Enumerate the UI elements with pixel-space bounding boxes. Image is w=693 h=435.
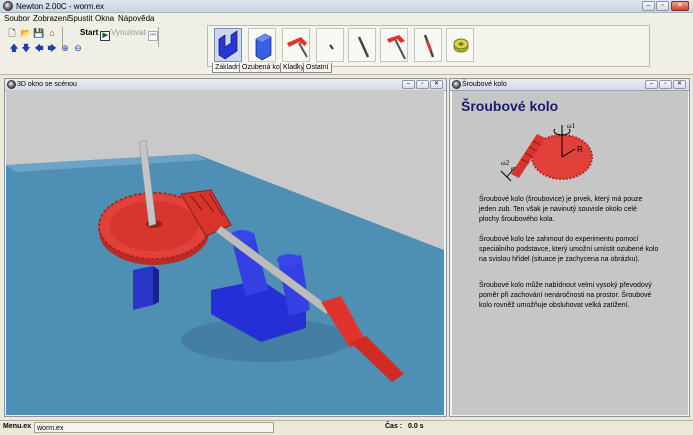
maximize-icon[interactable]: ▫	[659, 80, 672, 89]
home-icon[interactable]: ⌂	[46, 27, 58, 39]
arrow-up-icon[interactable]: 🡅	[8, 42, 20, 54]
start-label: Start	[80, 28, 99, 37]
part-crank-handle-icon[interactable]	[282, 28, 310, 62]
menu-okna[interactable]: Okna	[95, 14, 114, 24]
status-menu-label: Menu.ex	[3, 423, 32, 430]
save-icon[interactable]: 💾	[33, 27, 45, 39]
parts-palette	[207, 25, 650, 67]
minimize-icon[interactable]: –	[642, 1, 655, 11]
part-gear-icon[interactable]	[446, 28, 474, 62]
info-paragraph-1: Šroubové kolo (šroubovice) je prvek, kte…	[479, 196, 643, 223]
info-content: Šroubové kolo ω1 ω2 R r Šroubové kolo (š…	[452, 91, 688, 415]
part-worm-screw-icon[interactable]	[414, 28, 442, 62]
restore-icon[interactable]: ▫	[656, 1, 669, 11]
close-icon[interactable]: ✕	[671, 1, 689, 11]
open-folder-icon[interactable]: 📂	[20, 27, 32, 39]
info-heading: Šroubové kolo	[461, 98, 559, 114]
small-r-label: r	[511, 167, 513, 173]
info-paragraph-3: Šroubové kolo může nabídnout velmi vysok…	[479, 282, 652, 309]
app-icon[interactable]	[3, 1, 13, 11]
arrow-right-icon[interactable]: 🡆	[46, 42, 58, 54]
reset-icon: ⏮	[147, 31, 158, 41]
maximize-icon[interactable]: ▫	[416, 80, 429, 89]
minimize-icon[interactable]: –	[402, 80, 415, 89]
part-base-block-icon[interactable]	[214, 28, 242, 62]
menu-zobrazeni[interactable]: Zobrazení	[33, 14, 69, 24]
part-cube-icon[interactable]	[248, 28, 276, 62]
info-window-header: Šroubové kolo – ▫ ✕	[450, 79, 689, 91]
close-icon[interactable]: ✕	[673, 80, 686, 89]
worm-gear-diagram: ω1 ω2 R r	[500, 122, 593, 182]
omega1-label: ω1	[567, 122, 576, 130]
status-bar: Menu.ex worm.ex Čas : 0.0 s	[0, 420, 693, 433]
part-crank-rod-icon[interactable]	[380, 28, 408, 62]
radius-label: R	[577, 145, 583, 154]
omega2-label: ω2	[501, 159, 510, 167]
menu-spustit[interactable]: Spustit	[68, 14, 92, 24]
new-file-icon[interactable]: 🗋	[6, 27, 18, 39]
window-title: Newton 2.00C - worm.ex	[16, 2, 105, 11]
close-icon[interactable]: ✕	[430, 80, 443, 89]
menu-bar: Soubor Zobrazení Spustit Okna Nápověda	[0, 13, 693, 25]
tab-ostatni[interactable]: Ostatní	[303, 63, 332, 73]
play-icon: ▶	[100, 31, 111, 41]
arrow-down-icon[interactable]: 🡇	[20, 42, 32, 54]
arrow-left-icon[interactable]: 🡄	[33, 42, 45, 54]
3d-scene-viewport[interactable]	[6, 90, 444, 415]
time-label: Čas :	[385, 423, 403, 430]
menu-napoveda[interactable]: Nápověda	[118, 14, 154, 24]
zoom-out-icon[interactable]: ⊖	[72, 42, 84, 54]
scene-window-title: 3D okno se scénou	[17, 81, 77, 88]
reset-label: Vynulovat	[111, 28, 146, 37]
time-value: 0.0 s	[408, 423, 424, 430]
title-bar: Newton 2.00C - worm.ex – ▫ ✕	[0, 0, 693, 13]
info-window-icon	[452, 80, 461, 89]
part-rod-icon[interactable]	[348, 28, 376, 62]
status-file-field: worm.ex	[34, 422, 274, 433]
minimize-icon[interactable]: –	[645, 80, 658, 89]
zoom-in-icon[interactable]: ⊕	[59, 42, 71, 54]
menu-soubor[interactable]: Soubor	[4, 14, 30, 24]
reset-button[interactable]: Vynulovat ⏮	[111, 27, 158, 41]
start-button[interactable]: Start ▶	[80, 27, 111, 41]
part-small-pin-icon[interactable]	[316, 28, 344, 62]
info-window-title: Šroubové kolo	[462, 81, 507, 88]
info-paragraph-2: Šroubové kolo lze zahmout do experimentu…	[479, 236, 659, 263]
scene-window-icon	[7, 80, 16, 89]
